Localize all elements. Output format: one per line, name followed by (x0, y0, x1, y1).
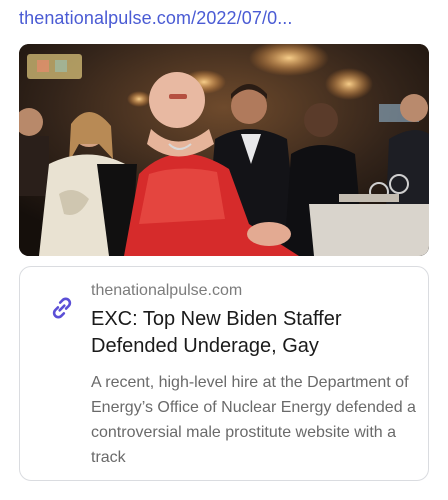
card-domain: thenationalpulse.com (91, 282, 243, 299)
article-photo[interactable] (19, 44, 429, 256)
article-card[interactable]: thenationalpulse.com EXC: Top New Biden … (19, 266, 429, 481)
link-icon (52, 297, 72, 319)
card-description: A recent, high-level hire at the Departm… (91, 374, 416, 466)
card-title[interactable]: EXC: Top New Biden Staffer Defended Unde… (91, 306, 411, 360)
result-url-link[interactable]: thenationalpulse.com/2022/07/0... (19, 8, 439, 29)
